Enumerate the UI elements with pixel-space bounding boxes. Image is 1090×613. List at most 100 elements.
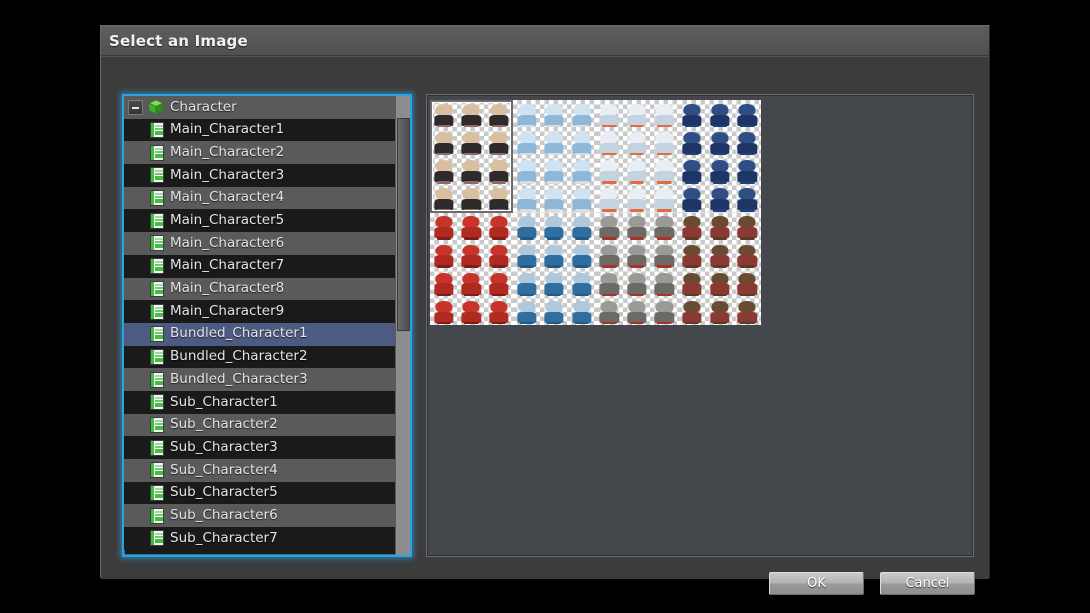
tree-row-sub_character6[interactable]: Sub_Character6 <box>124 504 395 528</box>
sprite-cell <box>651 297 679 325</box>
green-document-icon <box>150 416 164 433</box>
sprite-cell <box>651 184 679 212</box>
tree-row-main_character8[interactable]: Main_Character8 <box>124 277 395 301</box>
tree-row-sub_character7[interactable]: Sub_Character7 <box>124 527 395 550</box>
sprite-block[interactable] <box>430 100 513 213</box>
sprite-cell <box>540 213 568 241</box>
sprite-cell <box>678 156 706 184</box>
sprite-cell <box>623 241 651 269</box>
image-tree-panel[interactable]: Character Main_Character1 Main_Character2 M… <box>122 94 412 557</box>
sprite-cell <box>623 128 651 156</box>
sprite-block[interactable] <box>430 212 513 325</box>
sprite-cell <box>706 241 734 269</box>
tree-row-bundled_character1[interactable]: Bundled_Character1 <box>124 322 395 346</box>
tree-row-label: Main_Character1 <box>170 121 285 138</box>
tree-row-main_character9[interactable]: Main_Character9 <box>124 300 395 323</box>
tree-row-label: Bundled_Character3 <box>170 370 308 387</box>
sprite-cell <box>651 213 679 241</box>
tree-row-main_character3[interactable]: Main_Character3 <box>124 164 395 187</box>
sprite-cell <box>568 213 596 241</box>
sprite-cell <box>651 269 679 297</box>
sprite-cell <box>706 184 734 212</box>
tree-row-main_character2[interactable]: Main_Character2 <box>124 141 395 165</box>
green-document-icon <box>150 530 164 547</box>
sprite-cell <box>706 269 734 297</box>
tree-row-label: Character <box>170 98 237 115</box>
tree-row-main_character5[interactable]: Main_Character5 <box>124 209 395 233</box>
sprite-cell <box>430 128 458 156</box>
sprite-cell <box>596 241 624 269</box>
sprite-cell <box>430 156 458 184</box>
sprite-cell <box>485 241 513 269</box>
green-document-icon <box>150 167 164 184</box>
sprite-block[interactable] <box>512 100 596 213</box>
green-cube-icon <box>148 99 164 115</box>
spritesheet-image[interactable] <box>430 100 761 325</box>
sprite-cell <box>485 297 513 325</box>
sprite-cell <box>678 128 706 156</box>
tree-row-label: Bundled_Character2 <box>170 348 308 365</box>
green-document-icon <box>150 235 164 252</box>
ok-button[interactable]: OK <box>769 572 864 595</box>
sprite-cell <box>458 128 486 156</box>
sprite-cell <box>513 241 541 269</box>
sprite-cell <box>430 297 458 325</box>
tree-row-root[interactable]: Character <box>124 96 395 119</box>
sprite-cell <box>623 213 651 241</box>
sprite-cell <box>458 269 486 297</box>
tree-row-main_character7[interactable]: Main_Character7 <box>124 254 395 278</box>
sprite-cell <box>540 184 568 212</box>
sprite-cell <box>733 156 761 184</box>
sprite-cell <box>513 297 541 325</box>
sprite-cell <box>568 297 596 325</box>
tree-row-sub_character3[interactable]: Sub_Character3 <box>124 436 395 459</box>
cancel-button[interactable]: Cancel <box>880 572 975 595</box>
sprite-cell <box>568 184 596 212</box>
sprite-cell <box>485 269 513 297</box>
tree-scroll-viewport[interactable]: Character Main_Character1 Main_Character2 M… <box>124 96 395 555</box>
tree-row-sub_character5[interactable]: Sub_Character5 <box>124 481 395 505</box>
green-document-icon <box>150 280 164 297</box>
sprite-cell <box>596 297 624 325</box>
tree-row-main_character6[interactable]: Main_Character6 <box>124 232 395 255</box>
sprite-cell <box>540 269 568 297</box>
green-document-icon <box>150 122 164 139</box>
sprite-cell <box>596 100 624 128</box>
sprite-cell <box>623 100 651 128</box>
sprite-cell <box>540 100 568 128</box>
sprite-cell <box>458 297 486 325</box>
sprite-cell <box>430 269 458 297</box>
sprite-cell <box>458 184 486 212</box>
sprite-cell <box>596 128 624 156</box>
tree-row-label: Sub_Character7 <box>170 529 278 546</box>
green-document-icon <box>150 439 164 456</box>
sprite-cell <box>733 241 761 269</box>
sprite-block[interactable] <box>512 212 596 325</box>
tree-row-bundled_character3[interactable]: Bundled_Character3 <box>124 368 395 391</box>
tree-row-sub_character4[interactable]: Sub_Character4 <box>124 459 395 482</box>
sprite-cell <box>568 100 596 128</box>
image-preview-panel[interactable] <box>426 94 974 557</box>
tree-scrollbar[interactable] <box>395 96 410 555</box>
sprite-cell <box>568 128 596 156</box>
sprite-block[interactable] <box>678 212 761 325</box>
sprite-cell <box>651 100 679 128</box>
tree-row-sub_character1[interactable]: Sub_Character1 <box>124 390 395 414</box>
green-document-icon <box>150 258 164 275</box>
tree-scrollbar-thumb[interactable] <box>397 118 410 331</box>
sprite-block[interactable] <box>595 212 679 325</box>
tree-row-sub_character2[interactable]: Sub_Character2 <box>124 413 395 437</box>
tree-row-main_character1[interactable]: Main_Character1 <box>124 118 395 142</box>
sprite-cell <box>678 100 706 128</box>
tree-row-main_character4[interactable]: Main_Character4 <box>124 186 395 210</box>
sprite-cell <box>485 128 513 156</box>
sprite-block[interactable] <box>595 100 679 213</box>
minus-icon[interactable] <box>128 99 143 115</box>
sprite-cell <box>678 184 706 212</box>
sprite-cell <box>513 213 541 241</box>
sprite-block[interactable] <box>678 100 761 213</box>
sprite-cell <box>678 241 706 269</box>
tree-row-bundled_character2[interactable]: Bundled_Character2 <box>124 345 395 369</box>
sprite-cell <box>733 269 761 297</box>
tree-row-label: Sub_Character2 <box>170 416 278 433</box>
